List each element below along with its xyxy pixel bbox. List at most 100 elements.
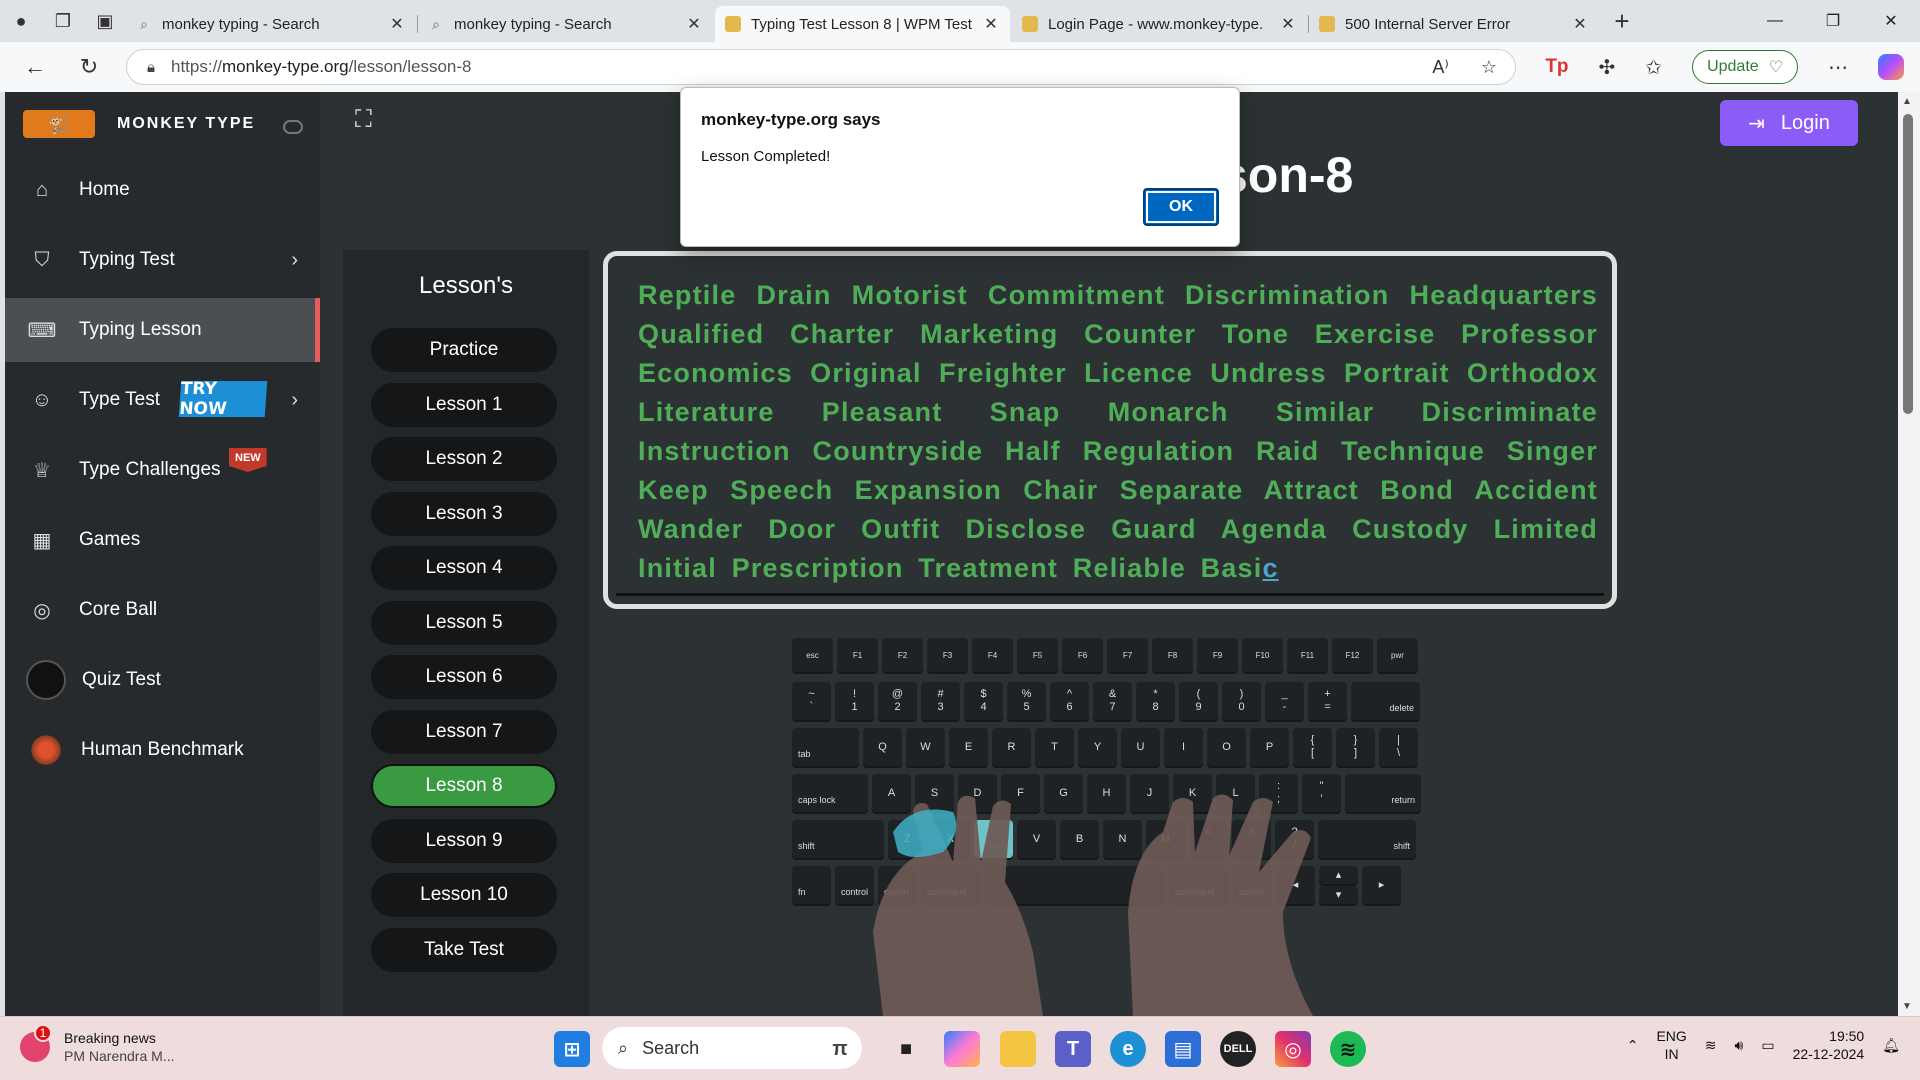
sidebar-item-typing-lesson[interactable]: ⌨ Typing Lesson [5,298,320,362]
refresh-icon[interactable]: ↻ [62,54,116,80]
back-icon[interactable]: ← [8,54,62,80]
page-scrollbar[interactable]: ▲ ▼ [1898,92,1920,1016]
lesson-button-7[interactable]: Lesson 7 [371,710,557,754]
key-label: } [1353,734,1358,746]
number-key: ) 0 [1222,682,1261,720]
letter-key: ? / [1275,820,1314,858]
login-button[interactable]: ⇥ Login [1720,100,1858,146]
math-app-icon[interactable]: π [822,1031,858,1067]
update-button[interactable]: Update ♡ [1692,50,1798,84]
teams-icon[interactable]: T [1055,1031,1091,1067]
browser-tab[interactable]: ⌕ monkey typing - Search ✕ [418,6,713,42]
scroll-down-icon[interactable]: ▼ [1902,1001,1912,1012]
lesson-button-6[interactable]: Lesson 6 [371,655,557,699]
start-icon[interactable]: ⊞ [554,1031,590,1067]
letter-key: R [992,728,1031,766]
profile-icon[interactable]: ● [0,0,42,42]
letter-key: Z [888,820,927,858]
close-window-icon[interactable]: ✕ [1862,0,1920,42]
sidebar-item-typing-test[interactable]: ⛉ Typing Test › [5,228,320,292]
dell-icon[interactable]: DELL [1220,1031,1256,1067]
scroll-up-icon[interactable]: ▲ [1902,96,1912,107]
chevron-up-icon[interactable]: ⌃ [1627,1037,1639,1054]
return-key: return [1345,774,1421,812]
restore-icon[interactable]: ❐ [1804,0,1862,42]
copilot-app-icon[interactable] [944,1031,980,1067]
address-bar: ← ↻ 🔒︎ https://monkey-type.org/lesson/le… [0,42,1920,92]
benchmark-icon [29,733,63,767]
key-label: | [1397,734,1400,746]
url-field[interactable]: 🔒︎ https://monkey-type.org/lesson/lesson… [126,49,1516,85]
scroll-thumb[interactable] [1903,114,1913,414]
edge-icon[interactable]: e [1110,1031,1146,1067]
virtual-keyboard: esc F1 F2 F3 F4 F5 F6 F7 F8 F9 F10 F11 F12 pwr ~ `! 1 @2 #… [792,638,1430,958]
lesson-button-9[interactable]: Lesson 9 [371,819,557,863]
dialog-ok-button[interactable]: OK [1143,188,1219,226]
news-widget[interactable]: 1 Breaking news PM Narendra M... [20,1024,174,1065]
browser-tab[interactable]: 500 Internal Server Error ✕ [1309,6,1599,42]
lesson-button-1[interactable]: Lesson 1 [371,383,557,427]
letter-key: I [1164,728,1203,766]
spotify-icon[interactable]: ≋ [1330,1031,1366,1067]
lesson-button-8[interactable]: Lesson 8 [371,764,557,808]
letter-key: C [974,820,1013,858]
key-label: { [1310,734,1315,746]
volume-icon[interactable]: 🔊︎ [1735,1037,1744,1054]
workspaces-icon[interactable]: ❐ [42,0,84,42]
function-key: F8 [1152,638,1193,672]
sidebar-item-core-ball[interactable]: ◎ Core Ball [5,578,320,642]
store-icon[interactable]: ▤ [1165,1031,1201,1067]
lesson-button-4[interactable]: Lesson 4 [371,546,557,590]
sidebar-item-type-test[interactable]: ☺ Type Test TRY NOW › [5,368,320,432]
instagram-icon[interactable]: ◎ [1275,1031,1311,1067]
copilot-icon[interactable] [1878,54,1904,80]
sidebar-item-human-benchmark[interactable]: Human Benchmark [5,718,320,782]
take-test-button[interactable]: Take Test [371,928,557,972]
browser-tab-active[interactable]: Typing Test Lesson 8 | WPM Test ✕ [715,6,1010,42]
typing-text-box[interactable]: Reptile Drain Motorist Commitment Discri… [603,251,1617,609]
keyboard-row: caps lock A S D F G H J K L:; " ' return [792,774,1421,812]
close-tab-icon[interactable]: ✕ [388,14,406,34]
clock[interactable]: 19:50 22-12-2024 [1793,1027,1865,1063]
extensions-icon[interactable]: ✣ [1599,55,1616,80]
notification-bell-icon[interactable]: 🔔︎ [1882,1037,1900,1054]
read-aloud-icon[interactable]: A⁾ [1432,57,1448,78]
lesson-button-5[interactable]: Lesson 5 [371,601,557,645]
lesson-button-practice[interactable]: Practice [371,328,557,372]
letter-key: S [915,774,954,812]
cursor-char: c [1262,553,1279,583]
tab-actions-icon[interactable]: ▣ [84,0,126,42]
more-icon[interactable]: ⋯ [1828,55,1848,80]
sidebar-item-type-challenges[interactable]: ♕ Type Challenges NEW [5,438,320,502]
new-tab-icon[interactable]: + [1601,0,1643,42]
sidebar-item-quiz-test[interactable]: Quiz Test [5,648,320,712]
news-icon: 1 [20,1024,52,1062]
close-tab-icon[interactable]: ✕ [685,14,703,34]
modifier-key: fn [792,866,831,904]
close-tab-icon[interactable]: ✕ [982,14,1000,34]
fullscreen-icon[interactable]: ⛶ [355,106,372,134]
task-view-icon[interactable]: ■ [888,1031,924,1067]
lesson-button-2[interactable]: Lesson 2 [371,437,557,481]
lesson-button-3[interactable]: Lesson 3 [371,492,557,536]
file-explorer-icon[interactable] [1000,1031,1036,1067]
brand[interactable]: 🐒 MONKEY TYPE [23,110,303,138]
extension-tp-icon[interactable]: Tp [1545,56,1568,78]
theme-toggle-icon[interactable] [283,120,303,134]
favorite-star-icon[interactable]: ☆ [1481,57,1497,78]
close-tab-icon[interactable]: ✕ [1279,14,1297,34]
minimize-icon[interactable]: — [1746,0,1804,42]
battery-icon[interactable]: ▭ [1761,1037,1774,1054]
key-label: ( [1196,688,1201,700]
favorites-icon[interactable]: ✩ [1645,55,1662,80]
key-label: ] [1353,747,1358,759]
sidebar-item-home[interactable]: ⌂ Home [5,158,320,222]
browser-tab[interactable]: Login Page - www.monkey-type. ✕ [1012,6,1309,42]
close-tab-icon[interactable]: ✕ [1571,14,1589,34]
lesson-button-10[interactable]: Lesson 10 [371,873,557,917]
number-key: ~ ` [792,682,831,720]
sidebar-item-games[interactable]: ▦ Games [5,508,320,572]
language-indicator[interactable]: ENG IN [1656,1027,1686,1063]
browser-tab[interactable]: ⌕ monkey typing - Search ✕ [126,6,418,42]
wifi-icon[interactable]: ≋ [1705,1037,1717,1054]
